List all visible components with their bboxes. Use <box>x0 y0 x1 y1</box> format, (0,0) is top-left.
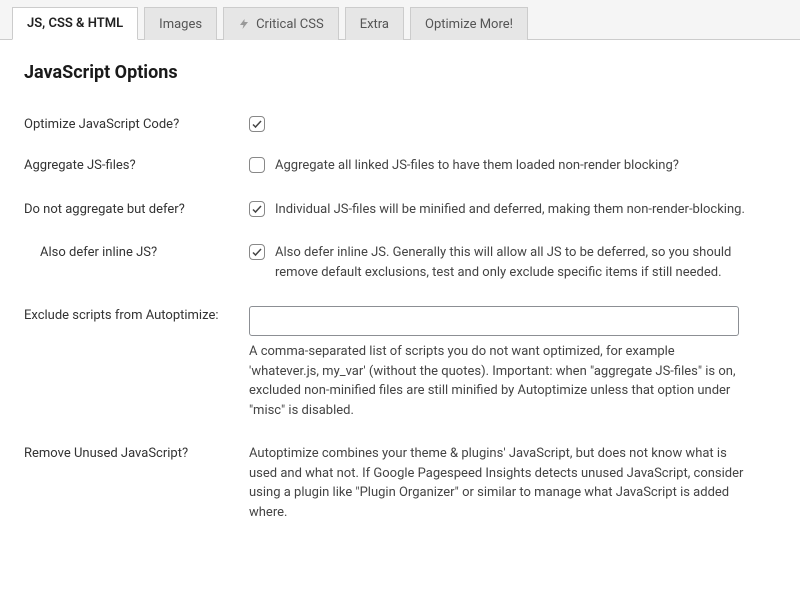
tab-label: Extra <box>360 17 389 32</box>
defer-not-aggregate-checkbox[interactable] <box>249 201 265 217</box>
section-title: JavaScript Options <box>24 62 776 83</box>
option-description: Autoptimize combines your theme & plugin… <box>249 444 744 522</box>
tab-bar: JS, CSS & HTML Images Critical CSS Extra… <box>0 0 800 40</box>
option-description: Individual JS-files will be minified and… <box>275 200 776 220</box>
option-label: Also defer inline JS? <box>24 233 249 296</box>
option-description: Aggregate all linked JS-files to have th… <box>275 156 776 176</box>
option-label: Remove Unused JavaScript? <box>24 434 249 536</box>
settings-panel: JavaScript Options Optimize JavaScript C… <box>0 40 800 558</box>
option-description: Also defer inline JS. Generally this wil… <box>275 243 776 282</box>
exclude-scripts-input[interactable] <box>249 306 739 336</box>
tab-critical-css[interactable]: Critical CSS <box>223 7 339 40</box>
optimize-js-checkbox[interactable] <box>249 116 265 132</box>
tab-label: JS, CSS & HTML <box>27 16 123 31</box>
tab-optimize-more[interactable]: Optimize More! <box>410 7 528 40</box>
bolt-icon <box>238 18 250 30</box>
option-help: A comma-separated list of scripts you do… <box>249 342 744 420</box>
tab-js-css-html[interactable]: JS, CSS & HTML <box>12 7 138 40</box>
tab-extra[interactable]: Extra <box>345 7 404 40</box>
option-label: Optimize JavaScript Code? <box>24 105 249 146</box>
option-label: Exclude scripts from Autoptimize: <box>24 296 249 434</box>
tab-images[interactable]: Images <box>144 7 217 40</box>
defer-inline-checkbox[interactable] <box>249 244 265 260</box>
tab-label: Critical CSS <box>256 17 324 32</box>
options-table: Optimize JavaScript Code? Aggregate JS-f… <box>24 105 776 536</box>
tab-label: Images <box>159 17 202 32</box>
option-label: Do not aggregate but defer? <box>24 190 249 234</box>
aggregate-js-checkbox[interactable] <box>249 157 265 173</box>
option-label: Aggregate JS-files? <box>24 146 249 190</box>
tab-label: Optimize More! <box>425 17 513 32</box>
